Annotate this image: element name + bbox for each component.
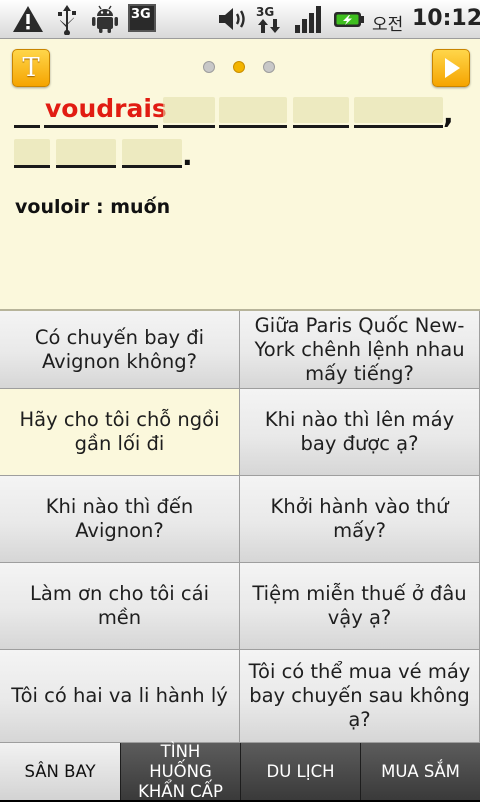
- am-pm-label: 오전: [372, 15, 404, 35]
- word-blank: [44, 125, 158, 128]
- word-blank[interactable]: [293, 125, 349, 128]
- word-blank[interactable]: [56, 165, 116, 168]
- battery-charging-icon: [334, 12, 364, 27]
- phrase-cell[interactable]: Khởi hành vào thứ mấy?: [240, 476, 480, 563]
- hidden-word: [163, 97, 215, 123]
- 3g-data-icon: 3G: [256, 5, 280, 33]
- period: .: [182, 139, 193, 172]
- svg-text:3G: 3G: [256, 5, 274, 19]
- hidden-word: [56, 139, 116, 165]
- phrase-cell[interactable]: Khi nào thì lên máy bay được ạ?: [240, 389, 480, 476]
- tab-travel[interactable]: DU LỊCH: [241, 743, 361, 800]
- tab-shopping[interactable]: MUA SẮM: [361, 743, 480, 800]
- phrase-cell[interactable]: Có chuyến bay đi Avignon không?: [0, 311, 240, 389]
- phrase-cell[interactable]: Làm ơn cho tôi cái mền: [0, 563, 240, 650]
- phrase-cell[interactable]: Giữa Paris Quốc New-York chênh lệnh nhau…: [240, 311, 480, 389]
- volume-icon: [219, 8, 245, 30]
- page-dot-active: [233, 61, 245, 73]
- hidden-word: [219, 97, 287, 123]
- clock: 10:12: [412, 6, 480, 31]
- phrase-cell-selected[interactable]: Hãy cho tôi chỗ ngồi gần lối đi: [0, 389, 240, 476]
- phrase-cell[interactable]: Tôi có hai va li hành lý: [0, 650, 240, 743]
- warning-icon: [13, 6, 43, 32]
- page-dot: [203, 61, 215, 73]
- hidden-word: [354, 97, 443, 123]
- word-blank[interactable]: [219, 125, 287, 128]
- phrase-cell[interactable]: Tôi có thể mua vé máy bay chuyến sau khô…: [240, 650, 480, 743]
- tab-airport[interactable]: SÂN BAY: [0, 743, 121, 800]
- word-blank[interactable]: [122, 165, 182, 168]
- phrase-cell[interactable]: Khi nào thì đến Avignon?: [0, 476, 240, 563]
- word-blank: [14, 125, 40, 128]
- hidden-word: [293, 97, 349, 123]
- network-type-label: 3G: [131, 7, 151, 22]
- word-blank[interactable]: [163, 125, 215, 128]
- page-dot: [263, 61, 275, 73]
- android-debug-icon: [92, 5, 118, 33]
- sentence-card: T voudrais , . vouloir : muốn: [0, 39, 480, 311]
- hidden-word: [14, 139, 50, 165]
- phrase-grid: Có chuyến bay đi Avignon không? Giữa Par…: [0, 311, 480, 743]
- status-bar: 3G 3G 오전 10:12: [0, 0, 480, 39]
- signal-icon: [295, 6, 321, 33]
- phrase-cell[interactable]: Tiệm miễn thuế ở đâu vậy ạ?: [240, 563, 480, 650]
- play-icon: [445, 58, 460, 78]
- t-icon: T: [22, 53, 40, 83]
- usb-icon: [58, 5, 76, 35]
- answer-word: voudrais: [45, 94, 167, 123]
- vocab-hint: vouloir : muốn: [15, 196, 171, 218]
- hidden-word: [122, 139, 182, 165]
- word-blank[interactable]: [14, 165, 50, 168]
- text-mode-button[interactable]: T: [12, 49, 50, 87]
- 3g-icon: 3G: [128, 4, 156, 32]
- category-tab-bar: SÂN BAY TÌNH HUỐNG KHẨN CẤP DU LỊCH MUA …: [0, 742, 480, 801]
- tab-emergency[interactable]: TÌNH HUỐNG KHẨN CẤP: [121, 742, 241, 801]
- comma: ,: [443, 97, 454, 130]
- word-blank[interactable]: [354, 125, 443, 128]
- play-button[interactable]: [432, 49, 470, 87]
